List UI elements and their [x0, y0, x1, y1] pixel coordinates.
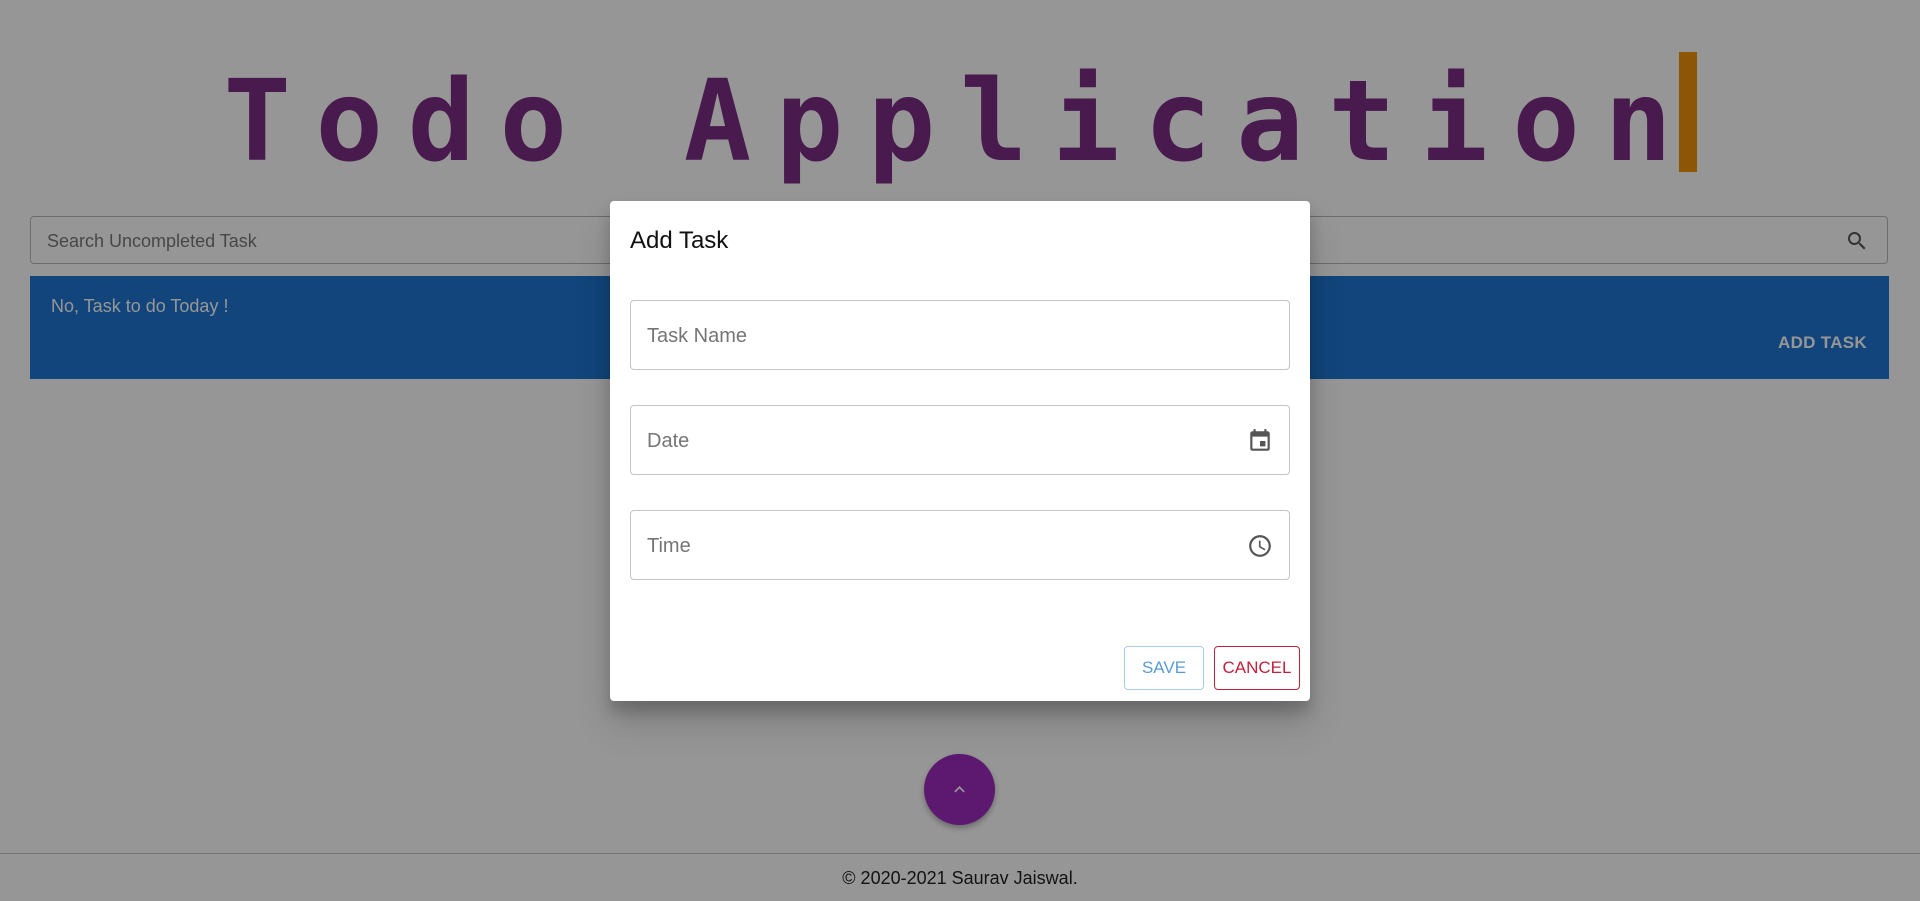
time-input[interactable] [645, 511, 1219, 581]
cancel-button[interactable]: CANCEL [1214, 646, 1300, 690]
dialog-title: Add Task [630, 227, 729, 254]
date-field [630, 405, 1290, 476]
add-task-dialog: Add Task SAVE CANCEL [610, 201, 1310, 701]
date-input[interactable] [645, 406, 1219, 476]
time-field [630, 510, 1290, 581]
task-name-field [630, 300, 1290, 371]
clock-icon[interactable] [1247, 533, 1273, 559]
calendar-icon[interactable] [1247, 428, 1273, 454]
save-button[interactable]: SAVE [1124, 646, 1204, 690]
task-name-input[interactable] [645, 301, 1219, 371]
